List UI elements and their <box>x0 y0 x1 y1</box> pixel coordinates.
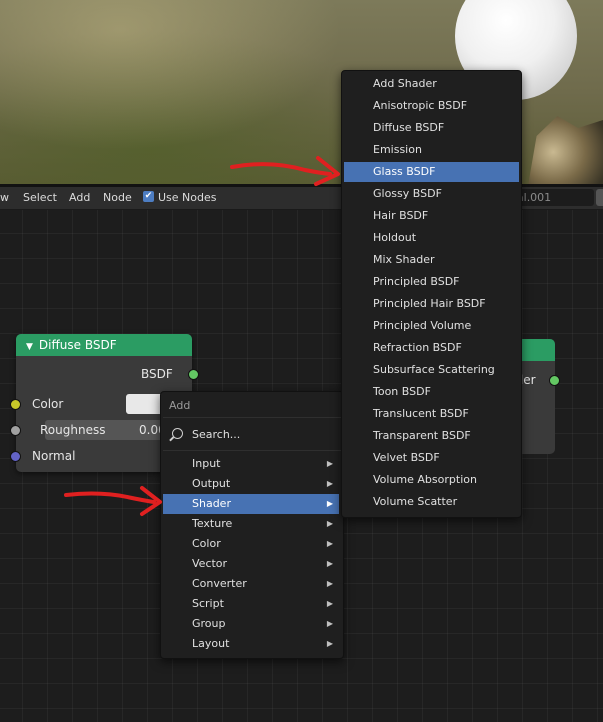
menu-item-anisotropic-bsdf[interactable]: Anisotropic BSDF <box>344 96 519 116</box>
menu-item-label: Input <box>192 457 221 470</box>
menu-item-input[interactable]: Input ▶ <box>163 454 339 474</box>
menu-item-color[interactable]: Color ▶ <box>163 534 339 554</box>
submenu-arrow-icon: ▶ <box>326 519 333 528</box>
scene-object <box>528 116 603 184</box>
annotation-arrow-icon <box>230 156 340 186</box>
bsdf-output-label: BSDF <box>141 367 173 381</box>
menu-item-script[interactable]: Script ▶ <box>163 594 339 614</box>
menu-item-texture[interactable]: Texture ▶ <box>163 514 339 534</box>
submenu-arrow-icon: ▶ <box>326 479 333 488</box>
shader-output-socket[interactable] <box>549 375 560 386</box>
roughness-label: Roughness <box>40 423 106 437</box>
menu-item-volume-absorption[interactable]: Volume Absorption <box>344 470 519 490</box>
menu-item-add-shader[interactable]: Add Shader <box>344 74 519 94</box>
menu-item-holdout[interactable]: Holdout <box>344 228 519 248</box>
bsdf-output-socket[interactable] <box>188 369 199 380</box>
submenu-arrow-icon: ▶ <box>326 639 333 648</box>
menu-item-label: Converter <box>192 577 247 590</box>
menu-separator <box>163 417 341 418</box>
menu-item-label: Shader <box>192 497 231 510</box>
menu-item-label: Group <box>192 617 226 630</box>
menu-select[interactable]: Select <box>23 191 57 204</box>
use-nodes-label[interactable]: Use Nodes <box>158 191 217 204</box>
normal-input-label: Normal <box>32 449 76 463</box>
menu-item-label: Color <box>192 537 221 550</box>
search-icon <box>172 428 183 439</box>
menu-item-group[interactable]: Group ▶ <box>163 614 339 634</box>
menu-item-label: Layout <box>192 637 230 650</box>
roughness-input-socket[interactable] <box>10 425 21 436</box>
add-menu-title: Add <box>169 399 191 412</box>
menu-item-label: Script <box>192 597 224 610</box>
submenu-arrow-icon: ▶ <box>326 539 333 548</box>
node-header[interactable]: ▼ Diffuse BSDF <box>16 334 192 356</box>
add-menu: Add Search... Input ▶ Output ▶ Shader ▶ Tex… <box>160 391 344 659</box>
annotation-arrow-icon <box>64 486 162 516</box>
menu-item-search[interactable]: Search... <box>163 425 339 445</box>
submenu-arrow-icon: ▶ <box>326 599 333 608</box>
node-title: Diffuse BSDF <box>38 338 117 352</box>
menu-item-transparent-bsdf[interactable]: Transparent BSDF <box>344 426 519 446</box>
menu-node[interactable]: Node <box>103 191 132 204</box>
menu-item-volume-scatter[interactable]: Volume Scatter <box>344 492 519 512</box>
shader-submenu: Add Shader Anisotropic BSDF Diffuse BSDF… <box>341 70 522 518</box>
submenu-arrow-icon: ▶ <box>326 459 333 468</box>
menu-item-translucent-bsdf[interactable]: Translucent BSDF <box>344 404 519 424</box>
menu-item-emission[interactable]: Emission <box>344 140 519 160</box>
menu-item-principled-hair-bsdf[interactable]: Principled Hair BSDF <box>344 294 519 314</box>
checkmark-icon: ✔ <box>144 191 153 201</box>
menu-add[interactable]: Add <box>69 191 90 204</box>
menu-item-output[interactable]: Output ▶ <box>163 474 339 494</box>
menu-item-converter[interactable]: Converter ▶ <box>163 574 339 594</box>
menu-item-label: Texture <box>192 517 233 530</box>
menu-view-partial[interactable]: w <box>0 191 9 204</box>
submenu-arrow-icon: ▶ <box>326 619 333 628</box>
submenu-arrow-icon: ▶ <box>326 499 333 508</box>
menu-item-velvet-bsdf[interactable]: Velvet BSDF <box>344 448 519 468</box>
submenu-arrow-icon: ▶ <box>326 579 333 588</box>
menu-item-toon-bsdf[interactable]: Toon BSDF <box>344 382 519 402</box>
use-nodes-checkbox[interactable]: ✔ <box>143 191 154 202</box>
menu-item-label: Output <box>192 477 231 490</box>
color-input-label: Color <box>32 397 64 411</box>
menu-item-mix-shader[interactable]: Mix Shader <box>344 250 519 270</box>
menu-item-diffuse-bsdf[interactable]: Diffuse BSDF <box>344 118 519 138</box>
menu-item-subsurface-scattering[interactable]: Subsurface Scattering <box>344 360 519 380</box>
menu-item-glass-bsdf[interactable]: Glass BSDF <box>344 162 519 182</box>
color-input-socket[interactable] <box>10 399 21 410</box>
menu-item-principled-volume[interactable]: Principled Volume <box>344 316 519 336</box>
menu-item-hair-bsdf[interactable]: Hair BSDF <box>344 206 519 226</box>
menu-item-principled-bsdf[interactable]: Principled BSDF <box>344 272 519 292</box>
menu-item-vector[interactable]: Vector ▶ <box>163 554 339 574</box>
collapse-arrow-icon[interactable]: ▼ <box>26 342 33 352</box>
search-label: Search... <box>192 428 241 441</box>
material-options-button[interactable] <box>596 189 603 206</box>
menu-item-label: Vector <box>192 557 228 570</box>
menu-separator <box>163 450 341 451</box>
menu-item-refraction-bsdf[interactable]: Refraction BSDF <box>344 338 519 358</box>
menu-item-layout[interactable]: Layout ▶ <box>163 634 339 654</box>
submenu-arrow-icon: ▶ <box>326 559 333 568</box>
menu-item-shader[interactable]: Shader ▶ <box>163 494 339 514</box>
menu-item-glossy-bsdf[interactable]: Glossy BSDF <box>344 184 519 204</box>
normal-input-socket[interactable] <box>10 451 21 462</box>
